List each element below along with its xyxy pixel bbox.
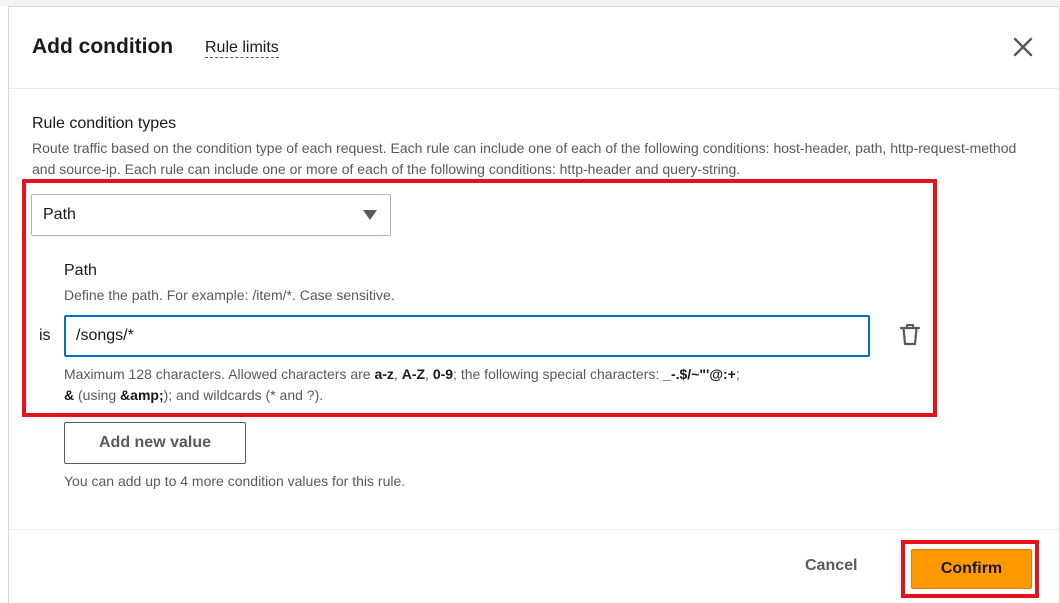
add-new-value-button[interactable]: Add new value <box>64 422 246 464</box>
remove-value-button[interactable] <box>899 323 921 347</box>
section-description: Route traffic based on the condition typ… <box>32 140 1017 177</box>
condition-type-value: Path <box>43 206 76 223</box>
rule-limits-link[interactable]: Rule limits <box>205 39 279 58</box>
path-label: Path <box>64 262 97 279</box>
path-value-input[interactable] <box>64 315 870 357</box>
path-description: Define the path. For example: /item/*. C… <box>64 287 395 303</box>
modal-header: Add condition Rule limits <box>9 7 1059 89</box>
add-value-hint: You can add up to 4 more condition value… <box>64 473 406 489</box>
path-constraint-text: Maximum 128 characters. Allowed characte… <box>64 366 740 403</box>
modal-footer: Cancel Confirm <box>9 529 1059 603</box>
condition-type-select[interactable]: Path <box>31 194 391 236</box>
close-icon <box>1013 37 1033 57</box>
trash-icon <box>899 324 921 346</box>
caret-down-icon <box>363 210 377 220</box>
close-button[interactable] <box>1011 35 1035 59</box>
cancel-button[interactable]: Cancel <box>805 557 857 575</box>
add-condition-modal: Add condition Rule limits Rule condition… <box>8 6 1060 603</box>
section-label: Rule condition types <box>32 115 177 132</box>
modal-title: Add condition <box>32 35 174 58</box>
operator-label: is <box>39 327 51 344</box>
confirm-button[interactable]: Confirm <box>911 549 1032 589</box>
